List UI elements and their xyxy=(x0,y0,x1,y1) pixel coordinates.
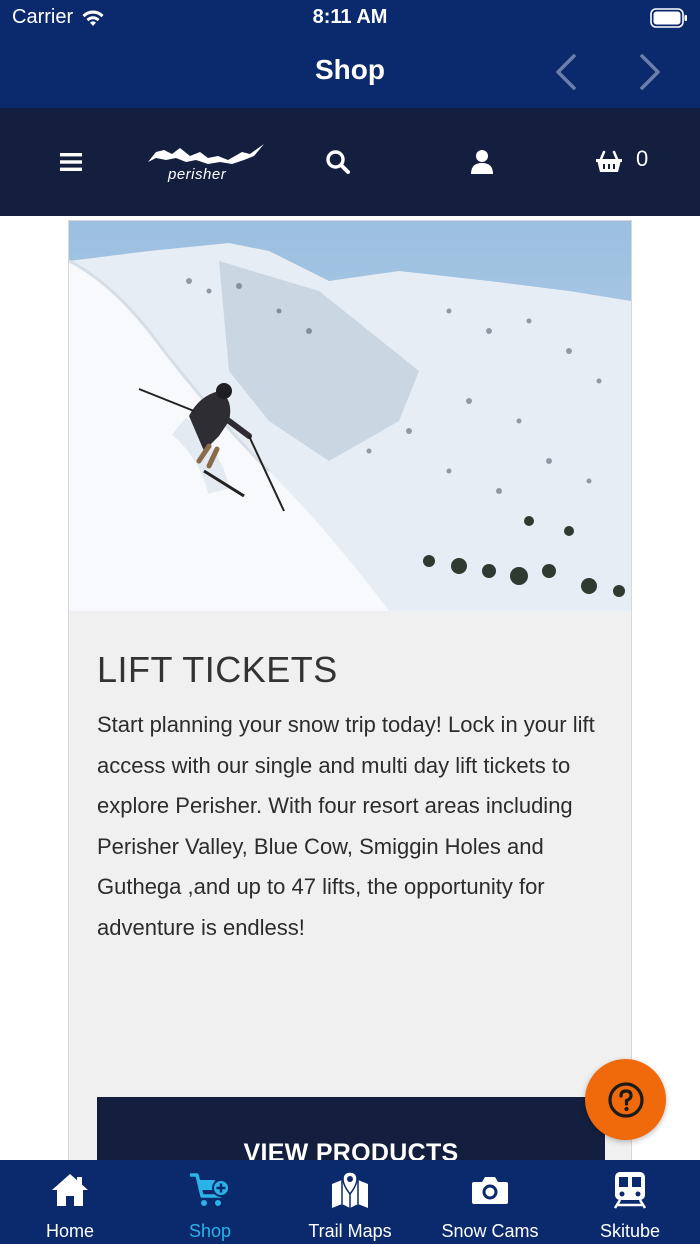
tab-home[interactable]: Home xyxy=(0,1160,140,1244)
battery-icon xyxy=(650,8,687,28)
site-header: perisher xyxy=(0,108,700,216)
camera-icon xyxy=(472,1177,508,1204)
basket-icon[interactable] xyxy=(594,146,624,178)
user-account-icon[interactable] xyxy=(468,146,496,178)
card-description: Start planning your snow trip today! Loc… xyxy=(97,712,595,940)
top-bar: Carrier 8:11 AM Shop xyxy=(0,0,700,108)
tab-label: Trail Maps xyxy=(308,1221,392,1241)
status-bar: Carrier 8:11 AM xyxy=(0,0,700,36)
train-icon xyxy=(613,1172,647,1209)
hero-skier-image xyxy=(69,221,631,611)
question-icon xyxy=(607,1081,644,1118)
menu-icon[interactable] xyxy=(58,146,84,178)
tab-bar: Home Shop Trail Maps Snow Cams Skitube xyxy=(0,1160,700,1244)
shop-cart-icon xyxy=(190,1173,230,1206)
tab-label: Skitube xyxy=(599,1221,661,1241)
cart-count[interactable]: 0 xyxy=(636,146,648,172)
logo-wordmark: perisher xyxy=(168,166,227,183)
home-icon xyxy=(52,1174,88,1206)
tab-label: Snow Cams xyxy=(441,1221,539,1241)
map-icon xyxy=(332,1171,368,1208)
card-title: LIFT TICKETS xyxy=(97,649,338,690)
tab-label: Shop xyxy=(188,1221,232,1241)
tab-skitube[interactable]: Skitube xyxy=(560,1160,700,1244)
status-time: 8:11 AM xyxy=(312,6,388,28)
tab-snow-cams[interactable]: Snow Cams xyxy=(420,1160,560,1244)
tab-shop[interactable]: Shop xyxy=(140,1160,280,1244)
search-icon[interactable] xyxy=(324,146,352,178)
forward-chevron-icon[interactable] xyxy=(636,50,666,94)
tab-trail-maps[interactable]: Trail Maps xyxy=(280,1160,420,1244)
lift-tickets-card: LIFT TICKETS Start planning your snow tr… xyxy=(68,220,632,1180)
tab-label: Home xyxy=(45,1221,94,1241)
back-chevron-icon[interactable] xyxy=(550,50,580,94)
nav-title: Shop xyxy=(315,54,385,85)
help-button[interactable] xyxy=(585,1059,666,1140)
